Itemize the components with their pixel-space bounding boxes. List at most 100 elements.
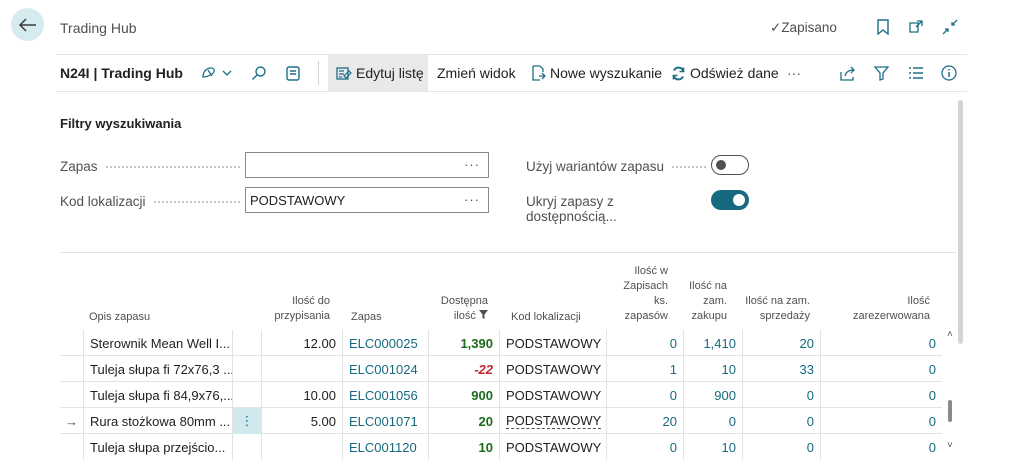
cell-available[interactable]: 900 [429,382,500,408]
new-search-button[interactable]: Nowe wyszukanie [531,55,662,91]
cell-location[interactable]: PODSTAWOWY [500,408,607,434]
cell-qty-in-books[interactable]: 20 [607,408,684,434]
table-row[interactable]: Tuleja słupa przejścio... ELC001120 10 P… [60,434,942,460]
analysis-dropdown[interactable] [200,55,236,91]
table-row-selected[interactable]: → Rura stożkowa 80mm ... ⋮ 5.00 ELC00107… [60,408,942,434]
cell-location[interactable]: PODSTAWOWY [500,434,607,460]
item-filter-label: Zapas [60,159,240,174]
cell-description[interactable]: Tuleja słupa fi 72x76,3 ... [84,356,233,382]
row-menu-button[interactable]: ⋮ [233,408,262,434]
more-actions-button[interactable]: ··· [787,55,801,91]
cell-qty-to-assign[interactable]: 5.00 [262,408,343,434]
cell-item[interactable]: ELC001024 [343,356,429,382]
table-row[interactable]: Tuleja słupa fi 84,9x76,... 10.00 ELC001… [60,382,942,408]
search-icon [252,66,266,80]
filter-button[interactable] [874,55,893,91]
col-header-available[interactable]: Dostępna ilość [430,294,488,324]
share-button[interactable] [840,55,860,91]
back-button[interactable] [11,8,44,41]
item-lookup-button[interactable]: ··· [464,157,480,172]
col-header-item[interactable]: Zapas [351,310,382,325]
cell-available[interactable]: 10 [429,434,500,460]
cell-location[interactable]: PODSTAWOWY [500,330,607,356]
cell-qty-reserved[interactable]: 0 [821,434,942,460]
bookmark-icon[interactable] [874,18,892,36]
cell-qty-on-sales[interactable]: 20 [743,330,821,356]
item-filter-input[interactable]: ··· [245,152,489,178]
change-view-button[interactable]: Zmień widok [437,55,516,91]
cell-qty-reserved[interactable]: 0 [821,382,942,408]
cell-qty-on-purchase[interactable]: 900 [684,382,743,408]
cell-qty-on-sales[interactable]: 33 [743,356,821,382]
refresh-button[interactable]: Odśwież dane [671,55,779,91]
cell-description[interactable]: Tuleja słupa fi 84,9x76,... [84,382,233,408]
cell-item[interactable]: ELC001071 [343,408,429,434]
scroll-down-icon[interactable]: ˅ [947,440,953,451]
page-scrollbar[interactable] [958,100,963,344]
info-button[interactable] [941,55,961,91]
cell-location[interactable]: PODSTAWOWY [500,356,607,382]
grid-scrollbar-thumb[interactable] [948,400,952,422]
cell-available[interactable]: 1,390 [429,330,500,356]
cell-description[interactable]: Sterownik Mean Well I... [84,330,233,356]
collapse-icon[interactable] [941,18,959,36]
filter-active-icon [479,310,488,319]
cell-qty-in-books[interactable]: 1 [607,356,684,382]
list-view-button[interactable] [908,55,928,91]
edit-list-icon [336,66,352,80]
table-row[interactable]: Tuleja słupa fi 72x76,3 ... ELC001024 -2… [60,356,942,382]
cell-qty-to-assign[interactable] [262,434,343,460]
open-new-window-icon[interactable] [907,18,925,36]
analysis-icon [202,67,215,78]
saved-status: ✓Zapisano [770,20,837,35]
page-title: Trading Hub [60,20,137,36]
new-search-icon [532,65,546,81]
change-view-label: Zmień widok [437,65,516,81]
location-lookup-button[interactable]: ··· [464,192,480,207]
col-header-qty-to-assign[interactable]: Ilość do przypisania [262,294,330,324]
cell-qty-on-purchase[interactable]: 0 [684,408,743,434]
cell-qty-in-books[interactable]: 0 [607,382,684,408]
cell-qty-in-books[interactable]: 0 [607,330,684,356]
cell-qty-on-purchase[interactable]: 10 [684,356,743,382]
col-header-qty-on-purchase[interactable]: Ilość na zam. zakupu [682,279,727,324]
cell-qty-reserved[interactable]: 0 [821,356,942,382]
location-filter-label: Kod lokalizacji [60,194,240,209]
cell-available[interactable]: 20 [429,408,500,434]
cell-qty-on-sales[interactable]: 0 [743,434,821,460]
scroll-up-icon[interactable]: ˄ [947,329,953,340]
cell-qty-on-sales[interactable]: 0 [743,382,821,408]
cell-qty-to-assign[interactable]: 10.00 [262,382,343,408]
refresh-icon [672,66,685,80]
search-button[interactable] [251,55,271,91]
col-header-qty-on-sales[interactable]: Ilość na zam. sprzedaży [740,294,810,324]
table-row[interactable]: Sterownik Mean Well I... 12.00 ELC000025… [60,330,942,356]
cell-qty-to-assign[interactable]: 12.00 [262,330,343,356]
cell-available[interactable]: -22 [429,356,500,382]
cell-qty-in-books[interactable]: 0 [607,434,684,460]
edit-list-button[interactable]: Edytuj listę [328,55,428,91]
col-header-description[interactable]: Opis zapasu [89,310,150,325]
cell-item[interactable]: ELC001056 [343,382,429,408]
cell-qty-on-purchase[interactable]: 1,410 [684,330,743,356]
col-header-qty-reserved[interactable]: Ilość zarezerwowana [840,294,930,324]
cell-qty-to-assign[interactable] [262,356,343,382]
cell-item[interactable]: ELC001120 [343,434,429,460]
hide-items-toggle[interactable] [711,190,749,210]
cell-description[interactable]: Tuleja słupa przejścio... [84,434,233,460]
col-header-location[interactable]: Kod lokalizacji [511,310,581,325]
filter-pane-icon [286,65,300,81]
use-variants-toggle[interactable] [711,155,749,175]
cell-description[interactable]: Rura stożkowa 80mm ... [84,408,233,434]
filter-pane-button[interactable] [286,55,304,91]
cell-qty-on-purchase[interactable]: 10 [684,434,743,460]
chevron-down-icon [222,70,232,76]
cell-item[interactable]: ELC000025 [343,330,429,356]
col-header-qty-in-books[interactable]: Ilość w Zapisach ks. zapasów [612,264,668,324]
cell-qty-reserved[interactable]: 0 [821,408,942,434]
location-filter-input[interactable]: PODSTAWOWY ··· [245,187,489,213]
cell-qty-reserved[interactable]: 0 [821,330,942,356]
cell-qty-on-sales[interactable]: 0 [743,408,821,434]
edit-list-label: Edytuj listę [356,65,424,81]
cell-location[interactable]: PODSTAWOWY [500,382,607,408]
